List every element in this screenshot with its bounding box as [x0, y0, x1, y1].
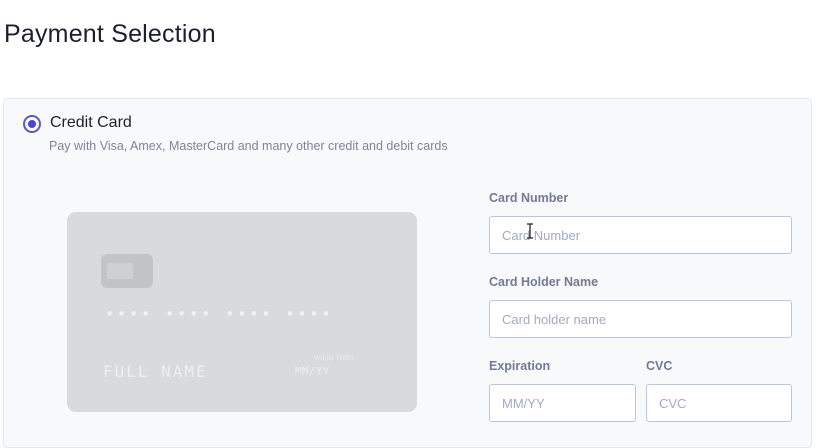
- radio-selected-dot: [28, 120, 36, 128]
- expiration-input[interactable]: [489, 384, 636, 422]
- text-cursor-icon: [527, 223, 533, 239]
- card-holder-name-label: Card Holder Name: [489, 275, 599, 289]
- card-chip-contact: [107, 263, 133, 279]
- card-chip-icon: [101, 254, 153, 288]
- cvc-label: CVC: [646, 359, 673, 373]
- card-expiry-preview: MM/YY: [295, 366, 331, 377]
- card-expiry-label: VALID THRU: [314, 356, 355, 362]
- card-number-preview: •••• •••• •••• ••••: [105, 305, 334, 323]
- card-number-label: Card Number: [489, 191, 569, 205]
- payment-method-description: Pay with Visa, Amex, MasterCard and many…: [49, 139, 448, 153]
- expiration-label: Expiration: [489, 359, 551, 373]
- card-holder-name-input[interactable]: [489, 300, 792, 338]
- card-number-input[interactable]: [489, 216, 792, 254]
- page-title: Payment Selection: [4, 20, 216, 48]
- cvc-input[interactable]: [646, 384, 792, 422]
- payment-method-label[interactable]: Credit Card: [50, 114, 132, 132]
- credit-card-radio[interactable]: [23, 115, 41, 133]
- card-name-preview: FULL NAME: [103, 362, 208, 381]
- credit-card-preview: •••• •••• •••• •••• FULL NAME VALID THRU…: [67, 212, 417, 412]
